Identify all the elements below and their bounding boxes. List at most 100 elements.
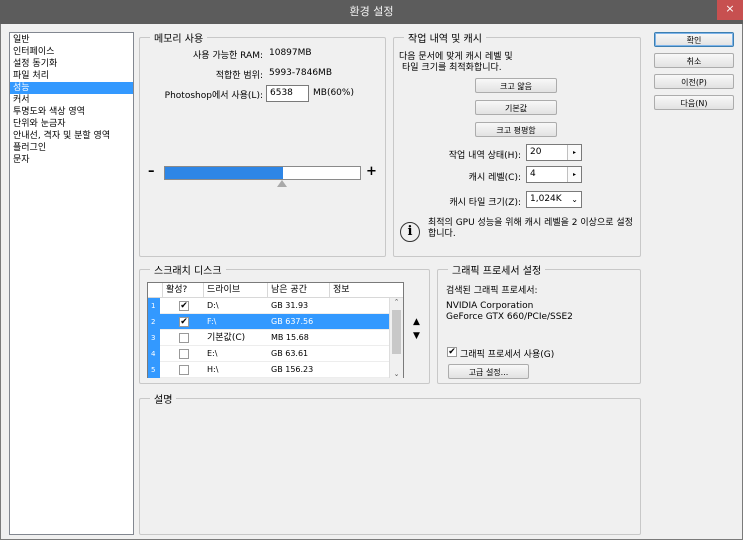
move-up-icon[interactable]: ▲ <box>413 317 420 327</box>
row-number: 5 <box>148 362 160 378</box>
table-row[interactable]: 4 E:\ GB 63.61 <box>148 346 390 362</box>
free-space-cell: MB 15.68 <box>271 333 309 342</box>
chevron-down-icon: ⌄ <box>571 195 578 204</box>
scroll-down-icon[interactable]: ⌄ <box>390 370 403 378</box>
next-button[interactable]: 다음(N) <box>654 95 734 110</box>
big-flat-button[interactable]: 크고 평평함 <box>475 122 557 137</box>
description-legend: 설명 <box>150 391 177 406</box>
scratch-disk-table[interactable]: 활성? 드라이브 남은 공간 정보 1 ✔ D:\ GB 31.93 2 ✔ F:\ GB 6… <box>147 282 404 378</box>
sidebar-item[interactable]: 투명도와 색상 영역 <box>10 106 133 118</box>
cache-desc-line2: 타일 크기를 최적화합니다. <box>402 63 502 73</box>
sidebar-item[interactable]: 일반 <box>10 34 133 46</box>
table-row[interactable]: 2 ✔ F:\ GB 637.56 <box>148 314 390 330</box>
use-gpu-checkbox[interactable]: ✔ <box>447 347 457 357</box>
col-drive-header[interactable]: 드라이브 <box>204 283 268 298</box>
drive-cell: 기본값(C) <box>207 333 246 343</box>
ok-button[interactable]: 확인 <box>654 32 734 47</box>
gpu-detected-label: 검색된 그래픽 프로세서: <box>446 286 538 296</box>
description-group: 설명 <box>139 391 641 535</box>
sidebar-item[interactable]: 파일 처리 <box>10 70 133 82</box>
close-button[interactable]: × <box>717 0 743 20</box>
scratch-table-scrollbar[interactable]: ⌃ ⌄ <box>389 298 403 378</box>
photoshop-use-label: Photoshop에서 사용(L): <box>164 91 263 101</box>
scratch-table-header: 활성? 드라이브 남은 공간 정보 <box>148 283 403 298</box>
active-checkbox[interactable] <box>179 333 189 343</box>
table-row[interactable]: 5 H:\ GB 156.23 <box>148 362 390 378</box>
tile-size-value: 1,024K <box>530 194 562 204</box>
window-title: 환경 설정 <box>349 5 394 18</box>
cache-levels-arrow-icon[interactable]: ▸ <box>567 167 581 182</box>
move-down-icon[interactable]: ▼ <box>413 331 420 341</box>
cache-levels-label: 캐시 레벨(C): <box>468 173 521 183</box>
info-icon: i <box>400 222 420 242</box>
scratch-disks-legend: 스크래치 디스크 <box>150 262 226 277</box>
table-row[interactable]: 3 기본값(C) MB 15.68 <box>148 330 390 346</box>
sidebar-item[interactable]: 안내선, 격자 및 분할 영역 <box>10 130 133 142</box>
memory-slider-thumb[interactable] <box>277 180 288 187</box>
scroll-up-icon[interactable]: ⌃ <box>390 298 403 306</box>
memory-use-suffix: MB(60%) <box>313 88 354 98</box>
col-info-header[interactable]: 정보 <box>330 283 390 298</box>
row-number: 1 <box>148 298 160 314</box>
memory-slider[interactable] <box>164 166 361 180</box>
col-num-header <box>148 283 163 298</box>
memory-increase-icon[interactable]: + <box>366 164 377 179</box>
history-states-stepper[interactable]: 20 ▸ <box>526 144 582 161</box>
advanced-settings-button[interactable]: 고급 설정... <box>448 364 529 379</box>
cancel-button[interactable]: 취소 <box>654 53 734 68</box>
active-checkbox[interactable] <box>179 349 189 359</box>
free-space-cell: GB 156.23 <box>271 365 314 374</box>
history-cache-legend: 작업 내역 및 캐시 <box>404 30 486 45</box>
row-number: 2 <box>148 314 160 330</box>
gpu-vendor: NVIDIA Corporation <box>446 301 534 311</box>
use-gpu-label[interactable]: 그래픽 프로세서 사용(G) <box>460 347 554 360</box>
active-checkbox[interactable]: ✔ <box>179 301 189 311</box>
active-checkbox[interactable]: ✔ <box>179 317 189 327</box>
memory-decrease-icon[interactable]: – <box>148 164 155 179</box>
row-number: 3 <box>148 330 160 346</box>
close-icon: × <box>725 2 735 15</box>
cache-levels-stepper[interactable]: 4 ▸ <box>526 166 582 183</box>
gpu-note-line1: 최적의 GPU 성능을 위해 캐시 레벨을 2 이상으로 설정 <box>428 218 633 228</box>
sidebar-item[interactable]: 인터페이스 <box>10 46 133 58</box>
default-button[interactable]: 기본값 <box>475 100 557 115</box>
sidebar-item[interactable]: 커서 <box>10 94 133 106</box>
tile-size-select[interactable]: 1,024K ⌄ <box>526 191 582 208</box>
free-space-cell: GB 63.61 <box>271 349 309 358</box>
active-checkbox[interactable] <box>179 365 189 375</box>
tall-thin-button[interactable]: 크고 얇음 <box>475 78 557 93</box>
memory-use-input[interactable]: 6538 <box>266 85 309 102</box>
drive-cell: E:\ <box>207 349 218 358</box>
history-states-value: 20 <box>530 147 542 157</box>
sidebar-item[interactable]: 문자 <box>10 154 133 166</box>
memory-usage-legend: 메모리 사용 <box>150 30 208 45</box>
sidebar-item[interactable]: 단위와 눈금자 <box>10 118 133 130</box>
prev-button[interactable]: 이전(P) <box>654 74 734 89</box>
ideal-range-label: 적합한 범위: <box>215 71 263 81</box>
memory-slider-fill <box>165 167 284 179</box>
sidebar-item[interactable]: 설정 동기화 <box>10 58 133 70</box>
drive-cell: F:\ <box>207 317 217 326</box>
scrollbar-thumb[interactable] <box>392 310 401 354</box>
category-list[interactable]: 일반 인터페이스 설정 동기화 파일 처리 성능 커서 투명도와 색상 영역 단위와 눈금자 안… <box>9 32 134 535</box>
sidebar-item[interactable]: 플러그인 <box>10 142 133 154</box>
category-items: 일반 인터페이스 설정 동기화 파일 처리 성능 커서 투명도와 색상 영역 단위와 눈금자 안… <box>10 33 133 166</box>
gpu-settings-legend: 그래픽 프로세서 설정 <box>448 262 546 277</box>
free-space-cell: GB 637.56 <box>271 317 314 326</box>
col-free-header[interactable]: 남은 공간 <box>268 283 330 298</box>
available-ram-value: 10897MB <box>269 48 312 58</box>
available-ram-label: 사용 가능한 RAM: <box>193 51 263 61</box>
table-row[interactable]: 1 ✔ D:\ GB 31.93 <box>148 298 390 314</box>
ideal-range-value: 5993-7846MB <box>269 68 332 78</box>
col-active-header[interactable]: 활성? <box>163 283 204 298</box>
gpu-note-line2: 합니다. <box>428 229 456 239</box>
drive-cell: H:\ <box>207 365 219 374</box>
cache-levels-value: 4 <box>530 169 536 179</box>
history-states-label: 작업 내역 상태(H): <box>448 151 521 161</box>
history-states-arrow-icon[interactable]: ▸ <box>567 145 581 160</box>
drive-cell: D:\ <box>207 301 219 310</box>
tile-size-label: 캐시 타일 크기(Z): <box>449 198 521 208</box>
title-bar: 환경 설정 <box>0 0 743 24</box>
gpu-model: GeForce GTX 660/PCIe/SSE2 <box>446 312 573 322</box>
sidebar-item[interactable]: 성능 <box>10 82 133 94</box>
